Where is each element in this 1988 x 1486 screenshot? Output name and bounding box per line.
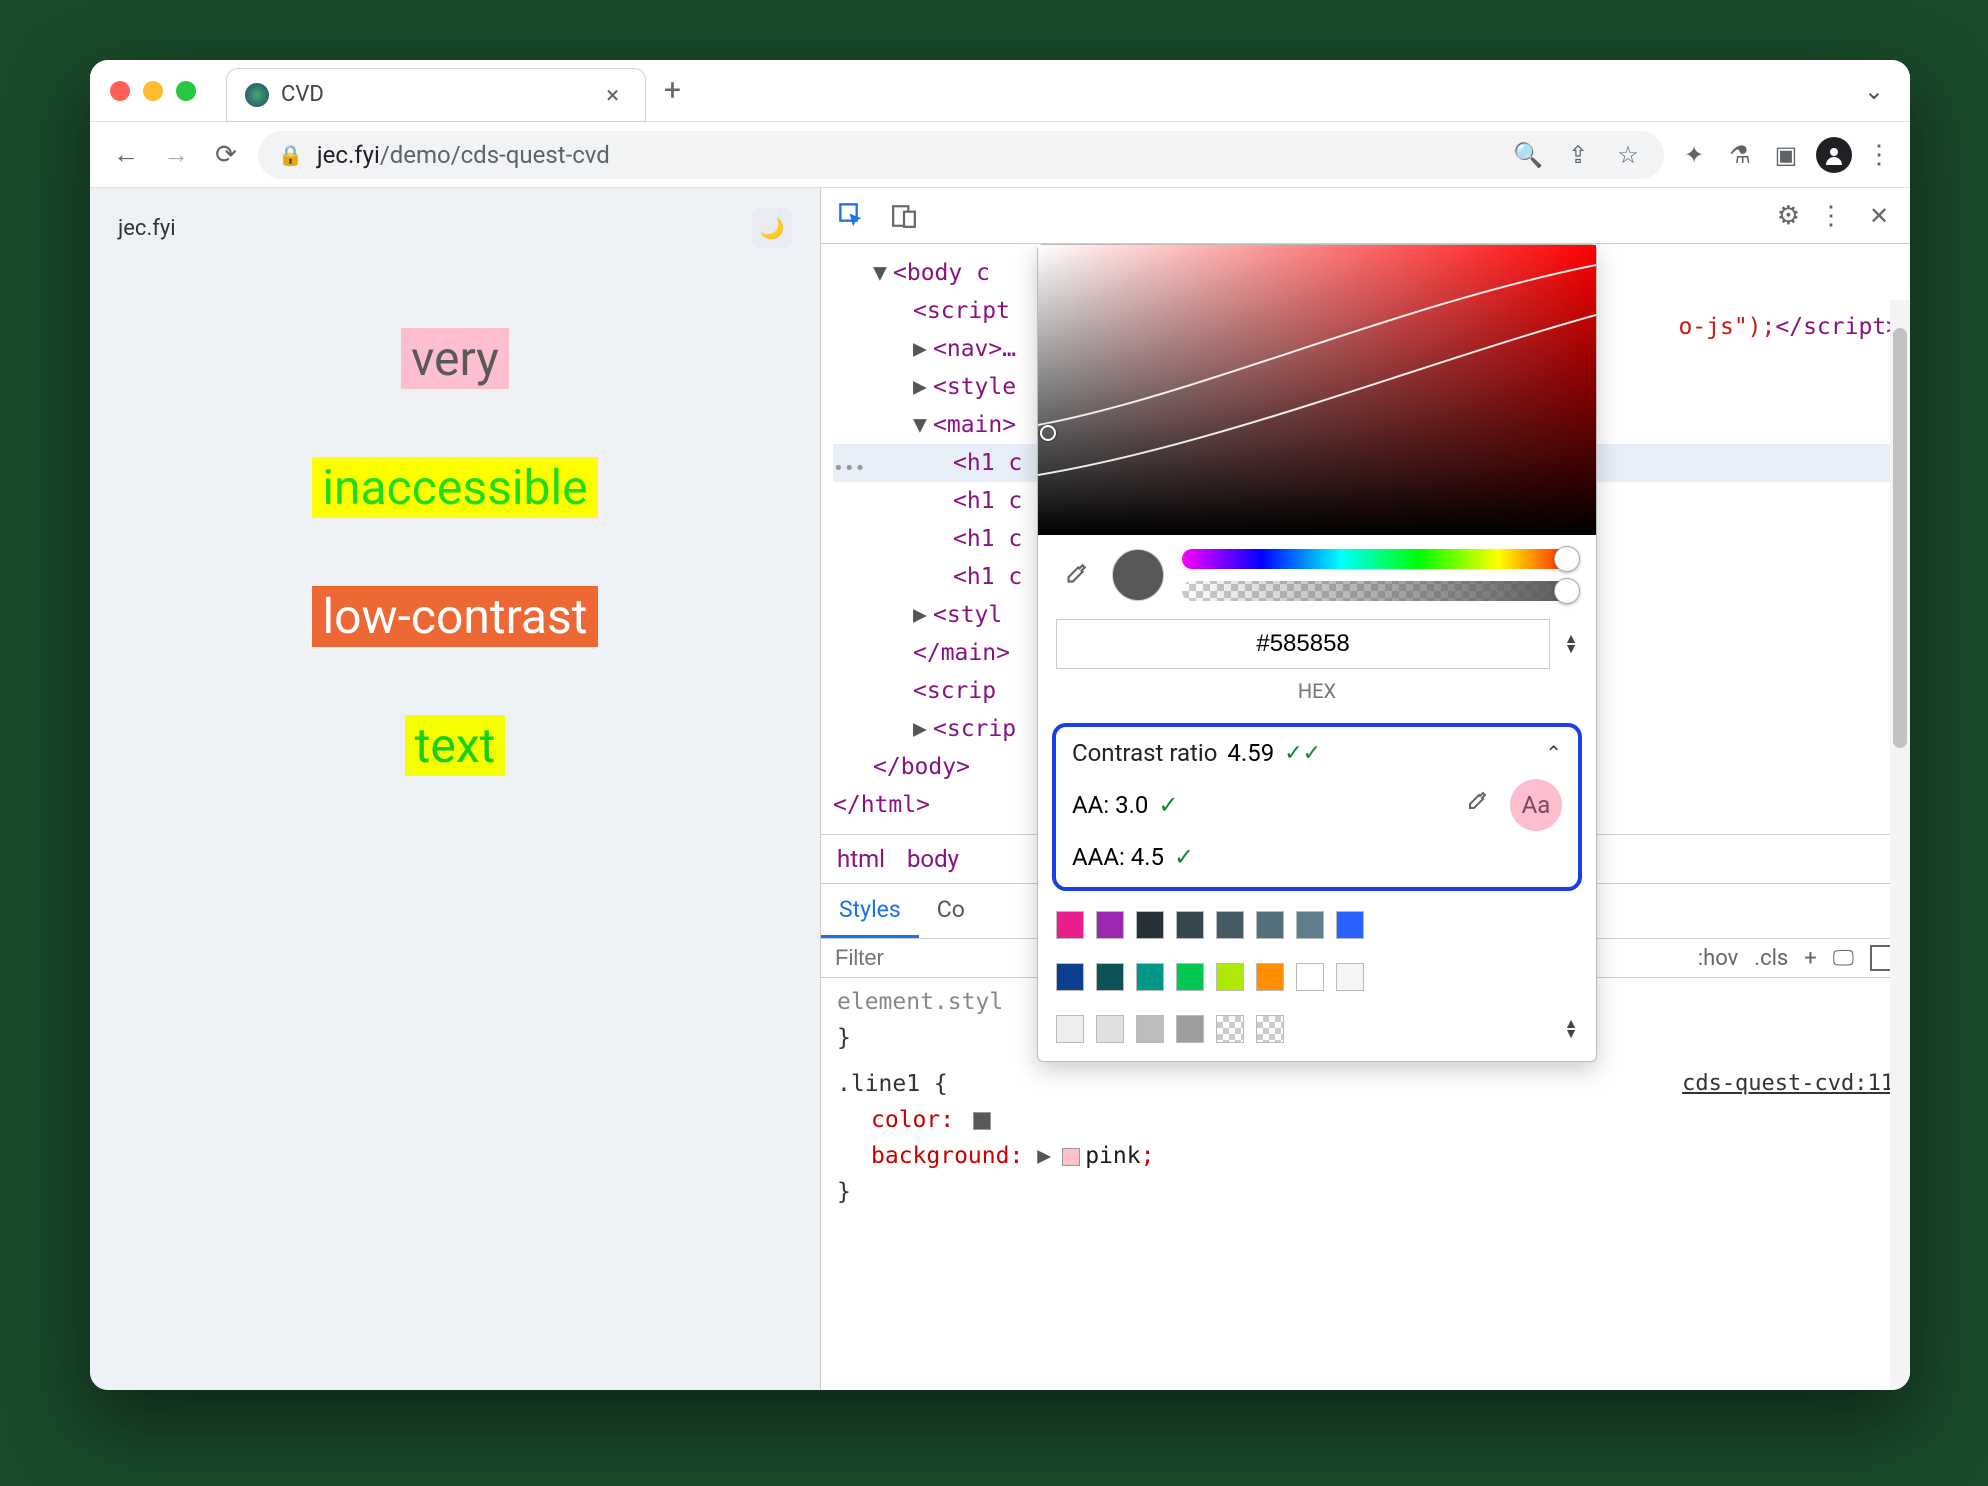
palette-swatch[interactable] [1136,911,1164,939]
palette-swatch[interactable] [1336,963,1364,991]
side-panel-icon[interactable]: ▣ [1770,139,1802,171]
url-text: jec.fyi/demo/cds-quest-cvd [317,141,610,169]
check-icon: ✓ [1158,791,1178,819]
close-window-button[interactable] [110,81,130,101]
palette-swatch[interactable] [1056,911,1084,939]
tab-computed[interactable]: Co [919,884,983,938]
tabs-overflow-chevron-icon[interactable]: ⌄ [1858,71,1890,111]
bookmark-star-icon[interactable]: ☆ [1612,139,1644,171]
palette-swatch[interactable] [1256,963,1284,991]
demo-line-4: text [405,715,506,776]
devtools-close-icon[interactable]: ✕ [1862,199,1896,233]
palette-swatch[interactable] [1056,963,1084,991]
minimize-window-button[interactable] [143,81,163,101]
sv-thumb[interactable] [1040,425,1056,441]
saturation-value-field[interactable] [1038,245,1596,535]
new-style-plus-icon[interactable]: + [1804,946,1816,971]
tab-title: CVD [281,82,586,107]
palette-swatch[interactable] [1136,1015,1164,1043]
color-swatch[interactable] [973,1112,991,1130]
devtools-panel: ⚙ ⋮ ✕ o-js");</script> ▼<body c <script … [820,188,1910,1390]
hex-label: HEX [1038,679,1596,715]
palette-swatch[interactable] [1096,1015,1124,1043]
devtools-menu-icon[interactable]: ⋮ [1818,201,1844,231]
site-name: jec.fyi [118,216,176,241]
inspect-element-icon[interactable] [835,199,869,233]
hex-input[interactable] [1056,619,1550,669]
palette-swatch[interactable] [1216,963,1244,991]
contrast-sample-badge: Aa [1510,779,1562,831]
demo-line-3: low-contrast [312,586,597,647]
alpha-slider[interactable] [1182,581,1578,601]
print-icon[interactable]: 🖵 [1833,946,1854,971]
color-palette: ▲▼ [1038,899,1596,1061]
browser-window: CVD × + ⌄ ← → ⟳ 🔒 jec.fyi/demo/cds-quest… [90,60,1910,1390]
palette-swatch[interactable] [1096,963,1124,991]
format-stepper[interactable]: ▲▼ [1564,634,1578,654]
background-swatch[interactable] [1062,1148,1080,1166]
devtools-toolbar: ⚙ ⋮ ✕ [821,188,1910,244]
theme-toggle-button[interactable]: 🌙 [752,208,792,248]
aa-label: AA: 3.0 [1072,791,1148,819]
source-link[interactable]: cds-quest-cvd:11 [1682,1066,1894,1102]
cls-toggle[interactable]: .cls [1754,946,1788,971]
palette-swatch[interactable] [1296,911,1324,939]
contrast-ratio-section: Contrast ratio 4.59 ✓✓ ⌃ AA: 3.0 ✓ Aa [1052,723,1582,891]
rendered-page: jec.fyi 🌙 very inaccessible low-contrast… [90,188,820,1390]
palette-swatch[interactable] [1096,911,1124,939]
traffic-lights [110,81,196,101]
palette-swatch[interactable] [1176,963,1204,991]
color-picker-popover: ▲▼ HEX Contrast ratio 4.59 ✓✓ ⌃ AA: 3.0 … [1037,244,1597,1062]
eyedropper-icon[interactable] [1056,556,1094,594]
palette-swatch[interactable] [1056,1015,1084,1043]
current-color-swatch [1112,549,1164,601]
zoom-icon[interactable]: 🔍 [1512,139,1544,171]
palette-swatch[interactable] [1216,911,1244,939]
palette-swatch[interactable] [1336,911,1364,939]
palette-swatch[interactable] [1176,911,1204,939]
contrast-eyedropper-icon[interactable] [1464,790,1488,820]
forward-button[interactable]: → [158,137,194,173]
hov-toggle[interactable]: :hov [1698,946,1739,971]
device-toolbar-icon[interactable] [887,199,921,233]
lock-icon: 🔒 [278,143,303,167]
palette-swatch[interactable] [1256,911,1284,939]
script-fragment: o-js");</script> [1678,314,1900,340]
contrast-value: 4.59 [1227,739,1274,767]
demo-line-2: inaccessible [312,457,597,518]
palette-swatch[interactable] [1296,963,1324,991]
share-icon[interactable]: ⇪ [1562,139,1594,171]
double-check-icon: ✓✓ [1284,741,1321,766]
close-tab-icon[interactable]: × [598,79,627,111]
extensions-puzzle-icon[interactable]: ✦ [1678,139,1710,171]
browser-tab[interactable]: CVD × [226,68,646,122]
tab-styles[interactable]: Styles [821,884,919,938]
hue-slider[interactable] [1182,549,1578,569]
content-area: jec.fyi 🌙 very inaccessible low-contrast… [90,188,1910,1390]
aaa-label: AAA: 4.5 [1072,843,1164,871]
new-tab-button[interactable]: + [664,73,681,108]
palette-stepper[interactable]: ▲▼ [1564,1019,1578,1039]
demo-line-1: very [401,328,509,389]
labs-flask-icon[interactable]: ⚗ [1724,139,1756,171]
profile-avatar[interactable] [1816,137,1852,173]
titlebar: CVD × + ⌄ [90,60,1910,122]
maximize-window-button[interactable] [176,81,196,101]
palette-swatch[interactable] [1216,1015,1244,1043]
tab-favicon [245,83,269,107]
omnibox[interactable]: 🔒 jec.fyi/demo/cds-quest-cvd 🔍 ⇪ ☆ [258,131,1664,179]
contrast-collapse-chevron-icon[interactable]: ⌃ [1545,741,1562,765]
check-icon: ✓ [1174,843,1194,871]
browser-menu-icon[interactable]: ⋮ [1866,140,1892,170]
palette-swatch[interactable] [1136,963,1164,991]
devtools-scrollbar[interactable] [1890,300,1910,1390]
address-bar: ← → ⟳ 🔒 jec.fyi/demo/cds-quest-cvd 🔍 ⇪ ☆… [90,122,1910,188]
palette-swatch[interactable] [1256,1015,1284,1043]
back-button[interactable]: ← [108,137,144,173]
reload-button[interactable]: ⟳ [208,137,244,173]
palette-swatch[interactable] [1176,1015,1204,1043]
settings-gear-icon[interactable]: ⚙ [1777,201,1800,231]
